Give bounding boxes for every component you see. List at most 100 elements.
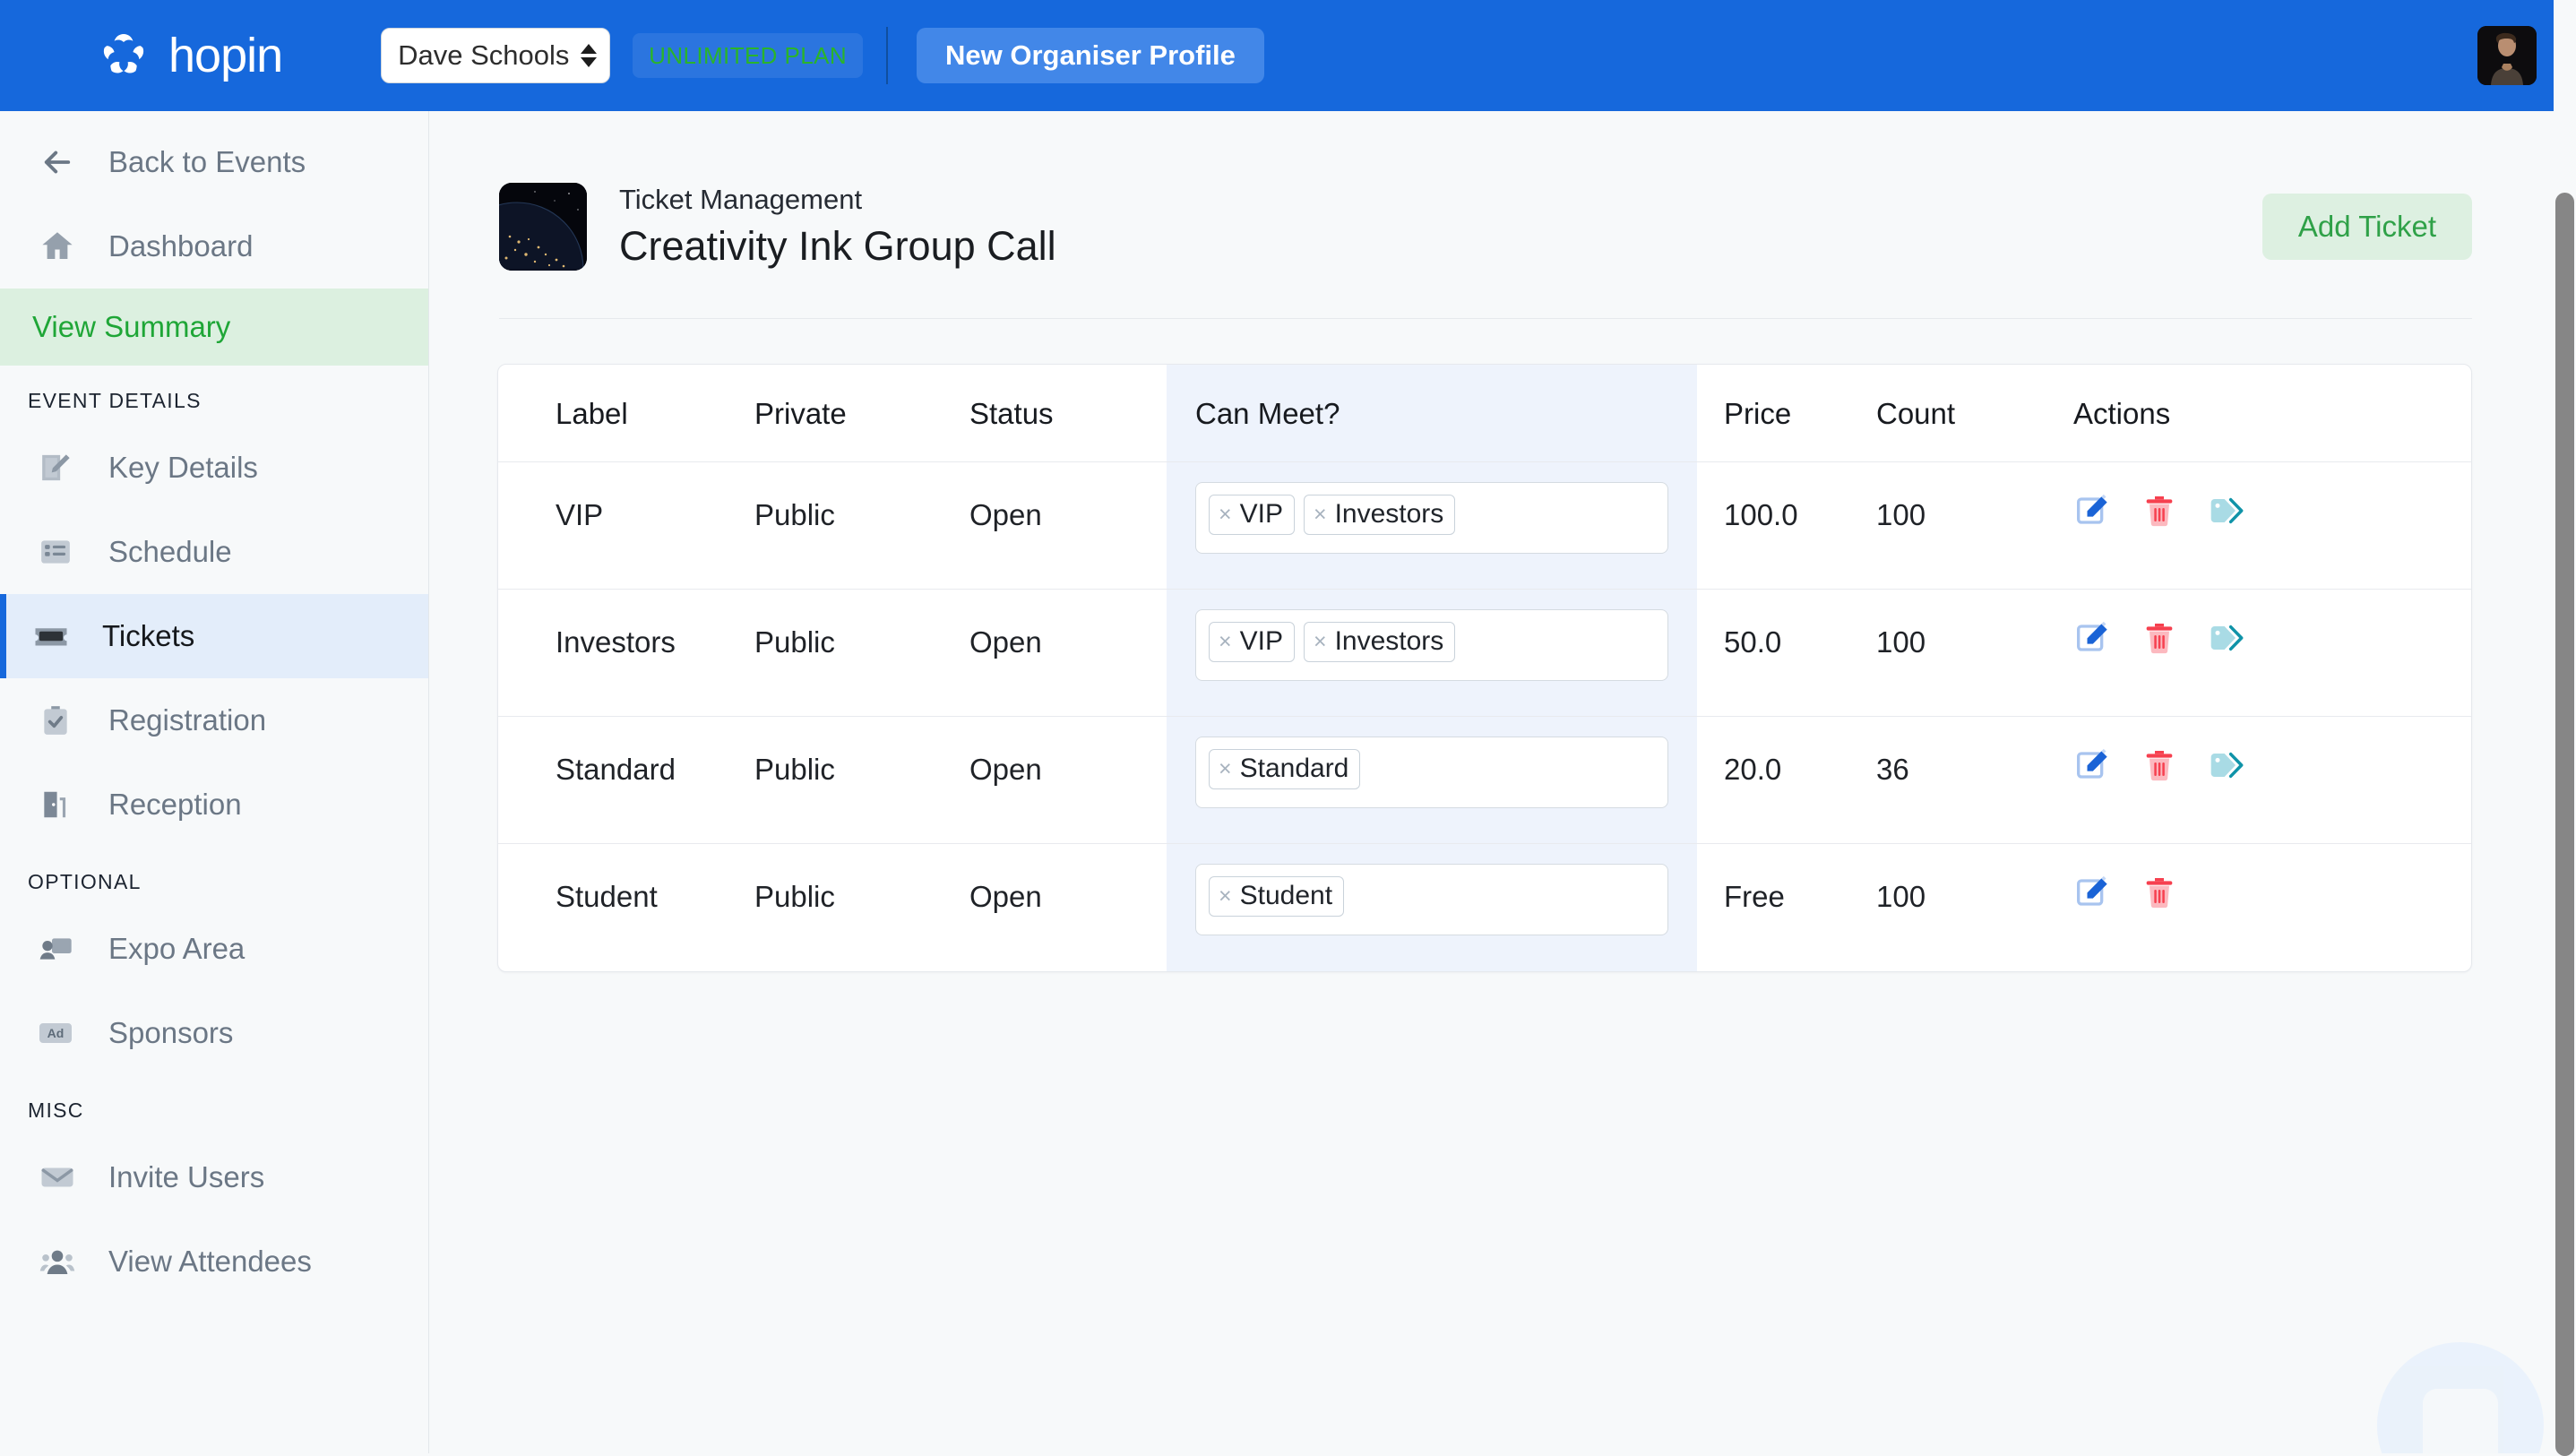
chip-label: VIP: [1239, 499, 1283, 530]
can-meet-tag-input[interactable]: × VIP × Investors: [1195, 609, 1668, 682]
table-row: Standard Public Open × Standard 20.0 36: [498, 716, 2471, 844]
cell-count: 100: [1876, 498, 1926, 532]
cell-label: Investors: [556, 625, 676, 659]
tags-icon[interactable]: [2208, 747, 2244, 783]
cell-price: Free: [1724, 880, 1785, 914]
cell-actions: [2073, 717, 2471, 844]
chip-label: Student: [1239, 881, 1333, 911]
chip-remove-icon[interactable]: ×: [1314, 630, 1327, 653]
column-header-status: Status: [969, 397, 1054, 431]
row-actions: [2073, 493, 2471, 529]
delete-icon[interactable]: [2141, 874, 2177, 910]
chat-widget-body: [2423, 1389, 2498, 1453]
sidebar-item-tickets[interactable]: Tickets: [0, 594, 428, 678]
sidebar: Back to Events Dashboard View Summary EV…: [0, 111, 429, 1453]
cell-count: 100: [1876, 625, 1926, 659]
chip-remove-icon[interactable]: ×: [1314, 503, 1327, 526]
page-header-text: Ticket Management Creativity Ink Group C…: [619, 181, 1056, 271]
main-content: Ticket Management Creativity Ink Group C…: [429, 111, 2576, 1453]
chip-remove-icon[interactable]: ×: [1219, 757, 1232, 780]
tickets-table: Label Private Status Can Meet? Price Cou…: [498, 365, 2471, 971]
can-meet-tag-input[interactable]: × VIP × Investors: [1195, 482, 1668, 555]
column-header-label: Label: [556, 397, 628, 431]
chat-widget-icon[interactable]: [2377, 1342, 2544, 1453]
new-organiser-profile-button[interactable]: New Organiser Profile: [917, 28, 1264, 83]
hopin-logo[interactable]: hopin: [99, 30, 283, 81]
page-kicker: Ticket Management: [619, 184, 863, 215]
cell-can-meet: × Standard: [1167, 717, 1697, 844]
cell-label: Standard: [556, 753, 676, 787]
column-header-actions: Actions: [2073, 397, 2171, 431]
avatar[interactable]: [2477, 26, 2537, 85]
can-meet-chip[interactable]: × Student: [1209, 876, 1345, 918]
column-header-private: Private: [754, 397, 847, 431]
table-row: Student Public Open × Student Free 100: [498, 843, 2471, 971]
edit-icon[interactable]: [2075, 747, 2111, 783]
cell-actions: [2073, 462, 2471, 590]
can-meet-chip[interactable]: × Standard: [1209, 749, 1361, 790]
sidebar-item-registration[interactable]: Registration: [0, 678, 428, 762]
can-meet-chip[interactable]: × VIP: [1209, 622, 1295, 663]
sidebar-item-label: Dashboard: [108, 229, 254, 263]
can-meet-chip[interactable]: × Investors: [1303, 622, 1456, 663]
row-actions: [2073, 620, 2471, 656]
delete-icon[interactable]: [2141, 620, 2177, 656]
delete-icon[interactable]: [2141, 493, 2177, 529]
sidebar-item-schedule[interactable]: Schedule: [0, 510, 428, 594]
sidebar-item-view-summary[interactable]: View Summary: [0, 289, 428, 366]
can-meet-tag-input[interactable]: × Standard: [1195, 737, 1668, 809]
add-ticket-button[interactable]: Add Ticket: [2262, 193, 2472, 260]
sidebar-section-misc: MISC: [28, 1098, 84, 1122]
sidebar-item-label: Key Details: [108, 451, 258, 484]
edit-icon[interactable]: [2075, 620, 2111, 656]
tags-icon[interactable]: [2208, 493, 2244, 529]
edit-icon[interactable]: [2075, 874, 2111, 910]
sidebar-item-invite-users[interactable]: Invite Users: [0, 1135, 428, 1219]
sidebar-item-reception[interactable]: Reception: [0, 762, 428, 847]
chip-remove-icon[interactable]: ×: [1219, 630, 1232, 653]
chip-remove-icon[interactable]: ×: [1219, 503, 1232, 526]
sidebar-item-label: Reception: [108, 788, 242, 821]
cell-count: 36: [1876, 753, 1909, 787]
sidebar-item-label: Invite Users: [108, 1160, 265, 1193]
clipboard-check-icon: [39, 703, 89, 737]
list-icon: [39, 535, 89, 569]
sidebar-item-label: Schedule: [108, 535, 232, 568]
sidebar-item-back-to-events[interactable]: Back to Events: [0, 120, 428, 204]
sidebar-item-sponsors[interactable]: Ad Sponsors: [0, 991, 428, 1075]
sidebar-item-key-details[interactable]: Key Details: [0, 426, 428, 510]
tags-icon[interactable]: [2208, 620, 2244, 656]
can-meet-tag-input[interactable]: × Student: [1195, 864, 1668, 936]
sidebar-item-expo-area[interactable]: Expo Area: [0, 907, 428, 991]
cell-label: VIP: [556, 498, 604, 532]
sidebar-section-event-details: EVENT DETAILS: [28, 389, 202, 412]
page-scrollbar-thumb[interactable]: [2555, 193, 2574, 1456]
ticket-icon: [32, 617, 82, 655]
app-shell: Back to Events Dashboard View Summary EV…: [0, 111, 2576, 1453]
chip-remove-icon[interactable]: ×: [1219, 884, 1232, 908]
sidebar-item-dashboard[interactable]: Dashboard: [0, 204, 428, 289]
row-actions: [2073, 874, 2471, 910]
topbar-divider: [886, 27, 889, 84]
organisation-select[interactable]: Dave Schools: [381, 28, 611, 83]
can-meet-chip[interactable]: × VIP: [1209, 495, 1295, 536]
cell-private: Public: [754, 625, 835, 659]
cell-status: Open: [969, 880, 1042, 914]
cell-can-meet: × VIP × Investors: [1167, 590, 1697, 717]
chip-label: Standard: [1239, 754, 1349, 784]
column-header-can-meet: Can Meet?: [1167, 365, 1697, 462]
can-meet-chip[interactable]: × Investors: [1303, 495, 1456, 536]
cell-status: Open: [969, 753, 1042, 787]
delete-icon[interactable]: [2141, 747, 2177, 783]
row-actions: [2073, 747, 2471, 783]
hopin-mark-icon: [99, 30, 149, 81]
cell-can-meet: × Student: [1167, 844, 1697, 971]
edit-icon[interactable]: [2075, 493, 2111, 529]
cell-label: Student: [556, 880, 658, 914]
sidebar-item-view-attendees[interactable]: View Attendees: [0, 1219, 428, 1304]
chip-label: Investors: [1334, 626, 1444, 657]
sidebar-item-label: Tickets: [102, 619, 195, 652]
sidebar-item-label: Back to Events: [108, 145, 306, 178]
event-thumbnail: [499, 182, 587, 271]
ad-icon: Ad: [39, 1020, 89, 1047]
